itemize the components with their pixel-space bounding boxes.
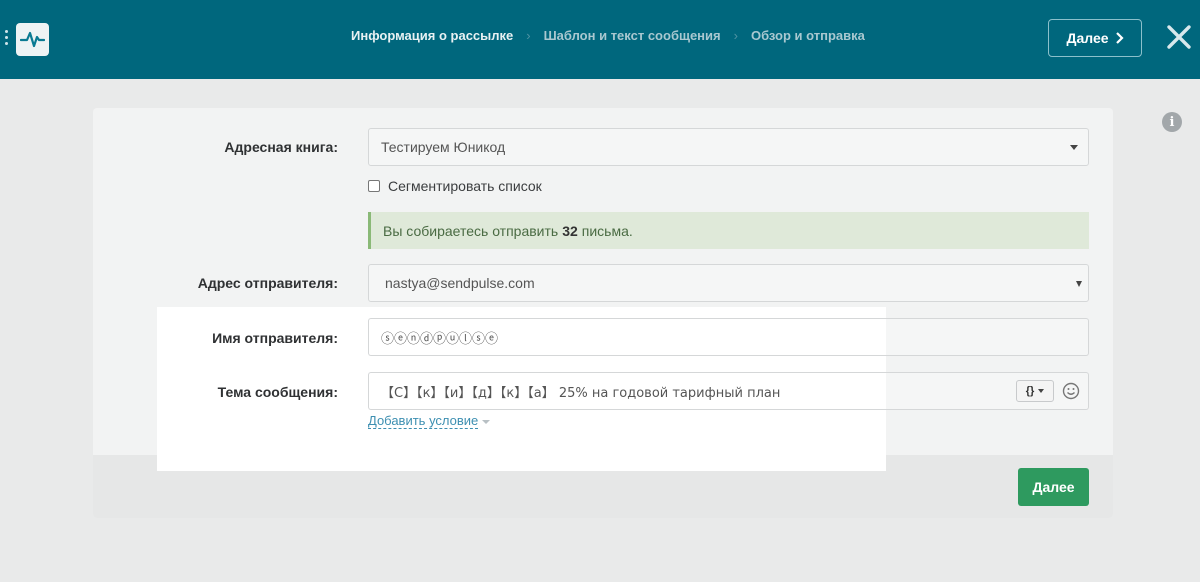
next-button[interactable]: Далее [1018,468,1089,506]
subject-field-tail: {} [860,372,1089,410]
step-template[interactable]: Шаблон и текст сообщения [544,28,721,43]
step-review[interactable]: Обзор и отправка [751,28,865,43]
info-icon[interactable]: i [1162,112,1182,132]
subject-value: 【С】【к】【и】【д】【к】【а】 25% на годовой тарифн… [381,385,781,401]
add-condition-link[interactable]: Добавить условие [368,413,479,429]
wizard-steps: Информация о рассылке › Шаблон и текст с… [351,26,865,44]
address-book-value: Тестируем Юникод [381,139,506,155]
chevron-right-icon: › [733,27,738,43]
top-bar: Информация о рассылке › Шаблон и текст с… [0,0,1200,79]
segment-checkbox-row[interactable]: Сегментировать список [368,178,542,194]
caret-down-icon [1038,389,1045,393]
caret-down-icon [1070,145,1078,150]
chevron-right-icon [1115,32,1124,44]
segment-checkbox[interactable] [368,180,380,192]
address-book-select[interactable]: Тестируем Юникод [368,128,1089,166]
pulse-logo-icon[interactable] [16,23,49,56]
emoji-icon[interactable] [1062,382,1080,400]
sender-address-select[interactable]: nastya@sendpulse.com [368,264,1089,302]
caret-down-icon [482,420,490,424]
sender-name-input[interactable]: ⓢⓔⓝⓓⓟⓤⓛⓢⓔ [368,318,886,356]
variables-icon: {} [1025,385,1035,397]
menu-dots-icon[interactable] [5,30,9,50]
alert-count: 32 [562,222,578,239]
chevron-right-icon: › [526,27,531,43]
sender-address-value: nastya@sendpulse.com [385,275,535,291]
recipients-alert: Вы собираетесь отправить 32 письма. [368,212,1089,249]
alert-prefix: Вы собираетесь отправить [383,222,559,239]
next-button-top[interactable]: Далее [1048,19,1142,57]
sender-name-label: Имя отправителя: [212,330,338,346]
variables-button[interactable]: {} [1016,380,1054,402]
next-button-label: Далее [1032,479,1075,495]
sender-address-label: Адрес отправителя: [197,275,338,291]
subject-input[interactable]: 【С】【к】【и】【д】【к】【а】 25% на годовой тарифн… [368,372,886,410]
close-icon[interactable] [1166,24,1192,50]
caret-down-icon [1076,281,1082,287]
alert-suffix: письма. [581,222,633,239]
segment-checkbox-label: Сегментировать список [388,178,542,194]
sender-name-value: ⓢⓔⓝⓓⓟⓤⓛⓢⓔ [381,331,499,347]
address-book-label: Адресная книга: [224,139,338,155]
step-campaign-info[interactable]: Информация о рассылке [351,28,513,43]
next-button-label: Далее [1066,30,1109,46]
subject-tools: {} [1016,380,1080,402]
subject-label: Тема сообщения: [217,384,338,400]
sender-name-field-tail [860,318,1089,356]
